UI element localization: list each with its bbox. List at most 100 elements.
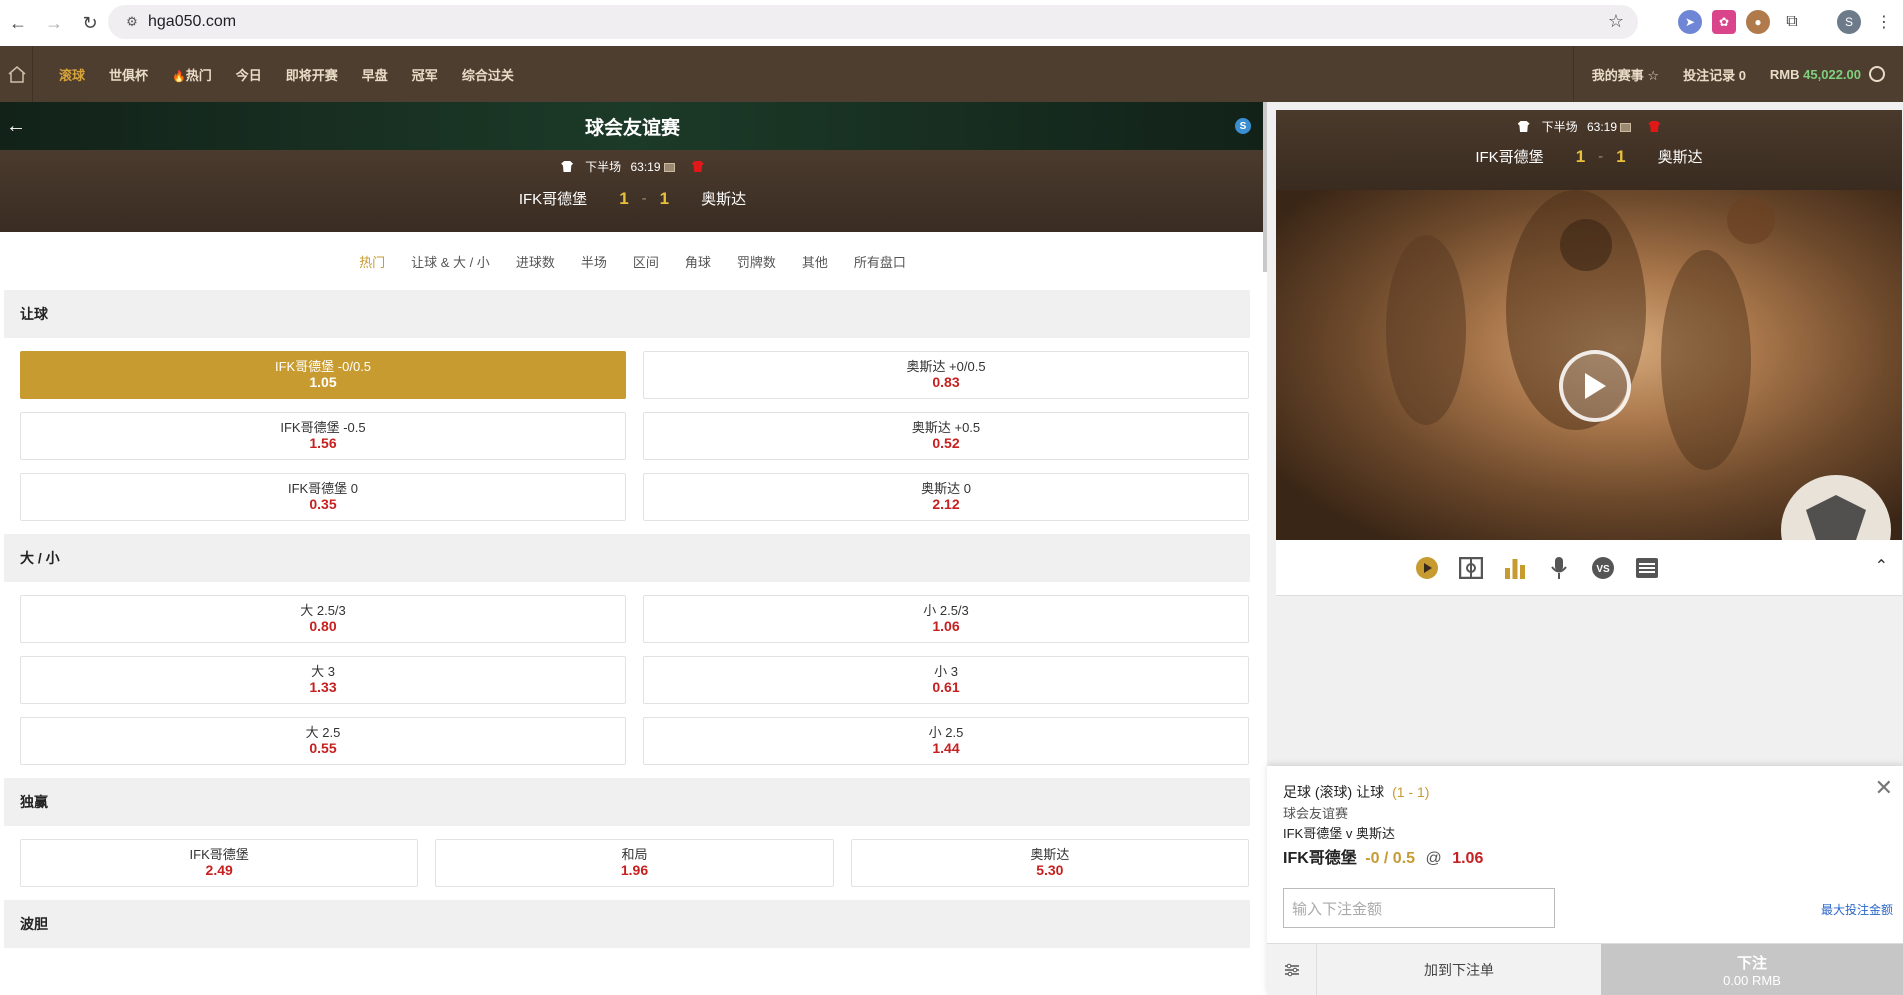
section-handicap-title[interactable]: 让球 (4, 290, 1250, 338)
odds-value: 0.52 (932, 435, 960, 451)
my-events-link[interactable]: 我的赛事 ☆ (1592, 65, 1659, 84)
odds-label: IFK哥德堡 0 (287, 481, 359, 496)
site-info-icon[interactable]: ⚙ (116, 14, 148, 30)
nav-tab-champion[interactable]: 冠军 (412, 65, 438, 84)
section-correct-score-title[interactable]: 波胆 (4, 900, 1250, 948)
odds-label: 小 2.5 (928, 725, 964, 740)
user-icon[interactable] (1869, 66, 1885, 82)
odds-button[interactable]: 小 3 0.61 (643, 656, 1249, 704)
slip-at-sign: @ (1425, 850, 1442, 867)
market-tabs: 热门 让球 & 大 / 小 进球数 半场 区间 角球 罚牌数 其他 所有盘口 (0, 232, 1265, 290)
bookmark-star-icon[interactable]: ☆ (1608, 11, 1624, 32)
reload-icon[interactable]: ↻ (72, 5, 108, 41)
market-tab[interactable]: 区间 (633, 252, 659, 271)
nav-tab-hot-label: 热门 (185, 67, 212, 83)
play-video-button[interactable] (1559, 350, 1631, 422)
market-tab[interactable]: 所有盘口 (854, 252, 906, 271)
commentary-mic-icon[interactable] (1546, 555, 1572, 581)
odds-button[interactable]: 奥斯达 0 2.12 (643, 473, 1249, 521)
video-player[interactable]: 下半场 63:19 IFK哥德堡 1 - 1 奥斯达 (1276, 110, 1902, 540)
slip-score: (1 - 1) (1392, 784, 1430, 800)
add-to-slip-button[interactable]: 加到下注单 (1317, 944, 1601, 995)
match-period: 下半场 (585, 160, 622, 174)
odds-value: 0.35 (309, 496, 337, 512)
profile-avatar[interactable]: S (1837, 10, 1861, 34)
currency-label: RMB (1769, 66, 1800, 82)
nav-tab-early[interactable]: 早盘 (362, 65, 388, 84)
max-bet-link[interactable]: 最大投注金额 (1821, 901, 1893, 918)
url-text[interactable]: hga050.com (148, 13, 236, 31)
media-toolbar: VS ⌃ (1276, 540, 1902, 596)
odds-value: 2.12 (932, 496, 960, 512)
video-home-score: 1 (1575, 146, 1586, 166)
market-tab[interactable]: 其他 (802, 252, 828, 271)
balance-value: 45,022.00 (1803, 66, 1861, 82)
odds-button[interactable]: IFK哥德堡 -0.5 1.56 (20, 412, 626, 460)
stake-amount-input[interactable]: 输入下注金额 (1283, 888, 1555, 928)
fire-icon: 🔥 (172, 70, 186, 83)
scoreboard-table-icon[interactable] (1634, 555, 1660, 581)
back-icon[interactable]: ← (0, 5, 36, 41)
market-tab[interactable]: 半场 (581, 252, 607, 271)
match-title-bar: ← 球会友谊赛 S (0, 102, 1265, 150)
nav-tab-upcoming[interactable]: 即将开赛 (286, 65, 338, 84)
odds-label: 小 2.5/3 (923, 603, 969, 618)
bet-record-link[interactable]: 投注记录 0 (1683, 65, 1746, 84)
odds-label: IFK哥德堡 -0/0.5 (274, 359, 372, 374)
odds-button[interactable]: 和局 1.96 (435, 839, 834, 887)
pitch-tracker-icon[interactable] (1458, 555, 1484, 581)
market-tab[interactable]: 进球数 (516, 252, 555, 271)
league-title: 球会友谊赛 (584, 117, 680, 139)
slip-pick-odds: 1.06 (1452, 850, 1484, 867)
over-under-odds-grid: 大 2.5/3 0.80 小 2.5/3 1.06 大 3 1.33 小 3 0.61 大 2.… (20, 595, 1249, 765)
video-scoreboard: 下半场 63:19 IFK哥德堡 1 - 1 奥斯达 (1276, 110, 1902, 190)
section-moneyline-title[interactable]: 独赢 (4, 778, 1250, 826)
video-home-shirt-icon (1517, 121, 1530, 132)
nav-tab-hot[interactable]: 🔥热门 (172, 65, 212, 84)
live-video-icon[interactable] (1414, 555, 1440, 581)
address-bar[interactable]: ⚙ hga050.com ☆ (108, 5, 1638, 39)
odds-value: 1.96 (620, 862, 649, 878)
nav-tab-club-world-cup[interactable]: 世俱杯 (109, 65, 148, 84)
place-bet-button[interactable]: 下注 0.00 RMB (1601, 944, 1903, 995)
collapse-chevron-up-icon[interactable]: ⌃ (1875, 556, 1888, 576)
nav-tab-live[interactable]: 滚球 (59, 65, 85, 84)
nav-tab-today[interactable]: 今日 (236, 65, 262, 84)
odds-button[interactable]: 大 3 1.33 (20, 656, 626, 704)
extensions-puzzle-icon[interactable]: ⧉ (1780, 10, 1804, 34)
forward-icon[interactable]: → (36, 5, 72, 41)
browser-menu-icon[interactable]: ⋮ (1872, 10, 1896, 34)
extension-pink-icon[interactable]: ✿ (1712, 10, 1736, 34)
stats-badge-icon[interactable]: S (1235, 118, 1251, 134)
odds-button[interactable]: 奥斯达 5.30 (850, 839, 1249, 887)
back-arrow-icon[interactable]: ← (6, 115, 26, 138)
market-tab[interactable]: 热门 (359, 252, 385, 271)
odds-label: 大 2.5/3 (300, 603, 346, 618)
head-to-head-vs-icon[interactable]: VS (1590, 555, 1616, 581)
odds-button[interactable]: IFK哥德堡 2.49 (20, 839, 419, 887)
odds-button[interactable]: 奥斯达 +0.5 0.52 (643, 412, 1249, 460)
slip-settings-icon[interactable] (1267, 944, 1317, 995)
video-away-team: 奥斯达 (1657, 149, 1703, 166)
section-over-under-title[interactable]: 大 / 小 (4, 534, 1250, 582)
odds-button[interactable]: IFK哥德堡 0 0.35 (20, 473, 626, 521)
extension-cookie-icon[interactable]: ● (1746, 10, 1770, 34)
market-tab[interactable]: 罚牌数 (737, 252, 776, 271)
extension-telegram-icon[interactable]: ➤ (1678, 10, 1702, 34)
market-tab[interactable]: 让球 & 大 / 小 (411, 252, 490, 271)
odds-button[interactable]: IFK哥德堡 -0/0.5 1.05 (20, 351, 626, 399)
odds-button[interactable]: 大 2.5 0.55 (20, 717, 626, 765)
odds-value: 2.49 (205, 862, 233, 878)
stats-chart-icon[interactable] (1502, 555, 1528, 581)
odds-button[interactable]: 大 2.5/3 0.80 (20, 595, 626, 643)
odds-button[interactable]: 奥斯达 +0/0.5 0.83 (643, 351, 1249, 399)
odds-label: IFK哥德堡 (189, 847, 249, 862)
odds-button[interactable]: 小 2.5 1.44 (643, 717, 1249, 765)
close-icon[interactable]: ✕ (1875, 777, 1893, 799)
odds-label: IFK哥德堡 -0.5 (280, 420, 366, 435)
slip-selection: IFK哥德堡 -0 / 0.5 @ 1.06 (1283, 844, 1483, 868)
nav-tab-parlay[interactable]: 综合过关 (462, 65, 514, 84)
market-tab[interactable]: 角球 (685, 252, 711, 271)
home-icon[interactable] (1, 46, 33, 102)
odds-button[interactable]: 小 2.5/3 1.06 (643, 595, 1249, 643)
